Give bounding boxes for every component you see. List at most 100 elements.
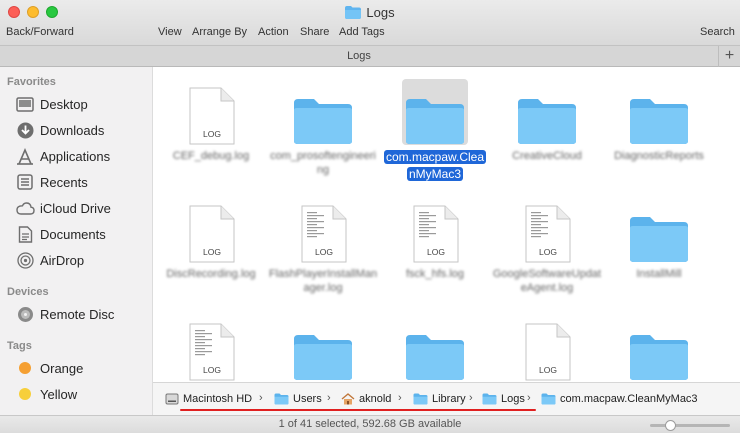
- downloads-icon: [14, 121, 36, 139]
- tags-header: Tags: [7, 340, 32, 352]
- svg-text:LOG: LOG: [427, 247, 445, 257]
- hard-drive-icon: [165, 393, 179, 405]
- icon-size-slider[interactable]: [650, 420, 730, 431]
- path-crumb[interactable]: Users: [274, 393, 322, 405]
- file-name: com_prosoftengineering: [270, 150, 376, 176]
- svg-text:LOG: LOG: [539, 247, 557, 257]
- folder-icon: [413, 393, 428, 405]
- arrange-by-button[interactable]: Arrange By: [192, 26, 247, 38]
- toolbar: Logs Back/Forward View Arrange By Action…: [0, 0, 740, 45]
- svg-text:LOG: LOG: [203, 247, 221, 257]
- yellow-tag-dot-icon: [19, 388, 31, 400]
- sidebar-item-label: Yellow: [40, 386, 78, 402]
- path-bar: Macintosh HD Users aknold Library Logs com.ma…: [153, 382, 740, 415]
- sidebar-item-recents[interactable]: Recents: [0, 170, 153, 194]
- search-button[interactable]: Search: [700, 26, 735, 38]
- folder-icon: [541, 393, 556, 405]
- file-name: GoogleSoftwareUpdateAgent.log: [492, 268, 602, 294]
- applications-icon: [14, 147, 36, 165]
- path-crumb[interactable]: aknold: [341, 393, 391, 405]
- path-crumb-label: com.macpaw.CleanMyMac3: [560, 393, 698, 405]
- window-title-text: Logs: [366, 5, 395, 20]
- icon-size-slider-knob[interactable]: [665, 420, 676, 431]
- log-file-icon: LOG: [178, 79, 244, 145]
- sidebar: Favorites Desktop Downloads Applications…: [0, 67, 153, 415]
- log-file-icon: LOG: [514, 197, 580, 263]
- sidebar-tag-orange[interactable]: Orange: [0, 356, 153, 380]
- sidebar-item-label: iCloud Drive: [40, 200, 111, 216]
- folder-icon: [626, 79, 692, 145]
- new-tab-button[interactable]: +: [718, 46, 740, 67]
- sidebar-item-airdrop[interactable]: AirDrop: [0, 248, 153, 272]
- sidebar-item-label: Remote Disc: [40, 306, 115, 322]
- path-crumb-label: Logs: [501, 393, 525, 405]
- action-button[interactable]: Action: [258, 26, 289, 38]
- folder-icon: [402, 315, 468, 381]
- back-forward-button[interactable]: Back/Forward: [6, 26, 74, 38]
- sidebar-item-icloud-drive[interactable]: iCloud Drive: [0, 196, 153, 220]
- log-file-icon: LOG: [514, 315, 580, 381]
- path-separator: ›: [259, 392, 263, 404]
- sidebar-item-desktop[interactable]: Desktop: [0, 92, 153, 116]
- recents-icon: [14, 173, 36, 191]
- sidebar-tag-yellow[interactable]: Yellow: [0, 382, 153, 406]
- tab-logs[interactable]: Logs: [0, 46, 718, 67]
- file-name: DiscRecording.log: [166, 268, 256, 280]
- sidebar-item-label: Desktop: [40, 96, 88, 112]
- folder-icon: [290, 79, 356, 145]
- log-file-icon: LOG: [178, 197, 244, 263]
- path-crumb-label: aknold: [359, 393, 392, 405]
- file-name: DiagnosticReports: [614, 150, 704, 162]
- path-crumb-label: Users: [293, 393, 322, 405]
- folder-icon: [626, 315, 692, 381]
- path-crumb[interactable]: Macintosh HD: [165, 393, 252, 405]
- tab-bar: Logs +: [0, 45, 740, 67]
- path-crumb[interactable]: com.macpaw.CleanMyMac3: [541, 393, 698, 405]
- path-crumb[interactable]: Logs: [482, 393, 525, 405]
- folder-icon: [482, 393, 497, 405]
- view-button[interactable]: View: [158, 26, 182, 38]
- svg-text:LOG: LOG: [203, 129, 221, 139]
- path-separator: ›: [398, 392, 402, 404]
- path-crumb[interactable]: Library: [413, 393, 466, 405]
- remote-disc-icon: [14, 305, 36, 323]
- devices-header: Devices: [7, 286, 49, 298]
- orange-tag-dot-icon: [19, 362, 31, 374]
- red-underline-annotation: [180, 409, 536, 411]
- log-file-icon: LOG: [290, 197, 356, 263]
- folder-icon: [402, 79, 468, 145]
- sidebar-item-applications[interactable]: Applications: [0, 144, 153, 168]
- sidebar-item-documents[interactable]: Documents: [0, 222, 153, 246]
- path-separator: ›: [469, 392, 473, 404]
- icloud-icon: [14, 199, 36, 217]
- status-bar: 1 of 41 selected, 592.68 GB available: [0, 415, 740, 433]
- sidebar-item-label: Downloads: [40, 122, 105, 138]
- folder-icon: [345, 6, 362, 22]
- file-name-selected: com.macpaw.Clea nMyMac3: [383, 150, 487, 181]
- add-tags-button[interactable]: Add Tags: [339, 26, 385, 38]
- status-text: 1 of 41 selected, 592.68 GB available: [278, 418, 462, 430]
- share-button[interactable]: Share: [300, 26, 329, 38]
- path-separator: ›: [527, 392, 531, 404]
- file-name: CreativeCloud: [512, 150, 582, 162]
- svg-text:LOG: LOG: [315, 247, 333, 257]
- folder-icon: [274, 393, 289, 405]
- sidebar-item-label: Orange: [40, 360, 84, 376]
- window-title: Logs: [0, 5, 740, 22]
- svg-text:LOG: LOG: [203, 365, 221, 375]
- sidebar-item-label: Applications: [40, 148, 111, 164]
- sidebar-item-downloads[interactable]: Downloads: [0, 118, 153, 142]
- file-name: InstallMill: [636, 268, 682, 280]
- documents-icon: [14, 225, 36, 243]
- path-crumb-label: Library: [432, 393, 466, 405]
- sidebar-item-remote-disc[interactable]: Remote Disc: [0, 302, 153, 326]
- file-name: FlashPlayerInstallManager.log: [268, 268, 378, 294]
- folder-icon: [626, 197, 692, 263]
- favorites-header: Favorites: [7, 76, 56, 88]
- airdrop-icon: [14, 251, 36, 269]
- file-name: CEF_debug.log: [172, 150, 250, 162]
- path-separator: ›: [327, 392, 331, 404]
- log-file-icon: LOG: [402, 197, 468, 263]
- home-icon: [341, 393, 355, 405]
- desktop-icon: [14, 95, 36, 113]
